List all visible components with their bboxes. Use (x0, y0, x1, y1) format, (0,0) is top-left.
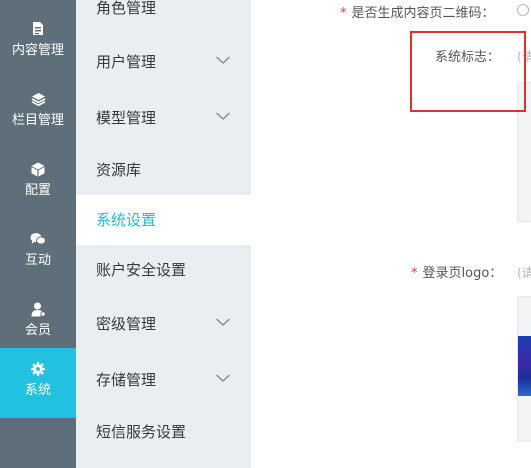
submenu-item-classification[interactable]: 密级管理 (76, 299, 251, 349)
rail-item-system[interactable]: 系统 (0, 348, 76, 418)
app-window: 内容管理 栏目管理 配置 互动 会员 系统 角色管理 用户管理 模型管理 资源库… (0, 0, 531, 468)
submenu-item-storage[interactable]: 存储管理 (76, 355, 251, 405)
chevron-down-icon (215, 374, 231, 383)
submenu-item-label: 用户管理 (96, 53, 157, 71)
required-mark: * (340, 6, 347, 21)
submenu-item-label: 存储管理 (96, 371, 157, 389)
login-logo-label-text: 登录页logo： (422, 266, 503, 281)
login-logo-preview-image (518, 336, 531, 396)
system-submenu: 角色管理 用户管理 模型管理 资源库 系统设置 账户安全设置 密级管理 存储管理… (76, 0, 251, 468)
submenu-item-sms[interactable]: 短信服务设置 (76, 407, 251, 457)
submenu-item-label: 系统设置 (96, 211, 157, 229)
submenu-item-models[interactable]: 模型管理 (76, 93, 251, 143)
document-icon (0, 21, 76, 37)
rail-item-label: 系统 (24, 383, 51, 398)
rail-item-label: 配置 (24, 183, 51, 198)
submenu-item-system-settings[interactable]: 系统设置 (76, 195, 251, 245)
login-logo-field-label: * 登录页logo： (411, 262, 502, 281)
submenu-item-account-security[interactable]: 账户安全设置 (76, 245, 251, 295)
rail-item-interaction[interactable]: 互动 (0, 218, 76, 288)
rail-item-label: 栏目管理 (11, 113, 64, 128)
highlight-frame (410, 31, 526, 112)
chevron-down-icon (215, 56, 231, 65)
qrcode-radio[interactable] (517, 4, 529, 16)
layers-icon (0, 91, 76, 107)
settings-form: * 是否生成内容页二维码： 系统标志： (请 * 登录页logo： (请 (251, 0, 531, 468)
qrcode-field-label: * 是否生成内容页二维码： (340, 2, 495, 21)
main-nav-rail: 内容管理 栏目管理 配置 互动 会员 系统 (0, 0, 76, 468)
submenu-item-label: 角色管理 (96, 0, 157, 17)
gear-icon (0, 361, 76, 377)
qrcode-label-text: 是否生成内容页二维码： (351, 6, 495, 21)
chat-icon (0, 231, 76, 247)
submenu-item-label: 资源库 (96, 161, 142, 179)
submenu-item-users[interactable]: 用户管理 (76, 37, 251, 87)
rail-item-label: 内容管理 (11, 43, 64, 58)
submenu-item-label: 密级管理 (96, 315, 157, 333)
submenu-item-roles[interactable]: 角色管理 (76, 0, 251, 33)
rail-item-label: 会员 (24, 323, 51, 338)
chevron-down-icon (215, 318, 231, 327)
rail-item-config[interactable]: 配置 (0, 148, 76, 218)
submenu-item-label: 模型管理 (96, 109, 157, 127)
submenu-item-label: 账户安全设置 (96, 261, 187, 279)
submenu-item-resources[interactable]: 资源库 (76, 145, 251, 195)
rail-item-column[interactable]: 栏目管理 (0, 78, 76, 148)
chevron-down-icon (215, 112, 231, 121)
submenu-item-label: 短信服务设置 (96, 423, 187, 441)
required-mark: * (411, 266, 418, 281)
user-icon (0, 301, 76, 317)
rail-item-label: 互动 (24, 253, 51, 268)
rail-item-content[interactable]: 内容管理 (0, 8, 76, 78)
cube-icon (0, 161, 76, 177)
login-logo-hint: (请 (517, 266, 531, 280)
